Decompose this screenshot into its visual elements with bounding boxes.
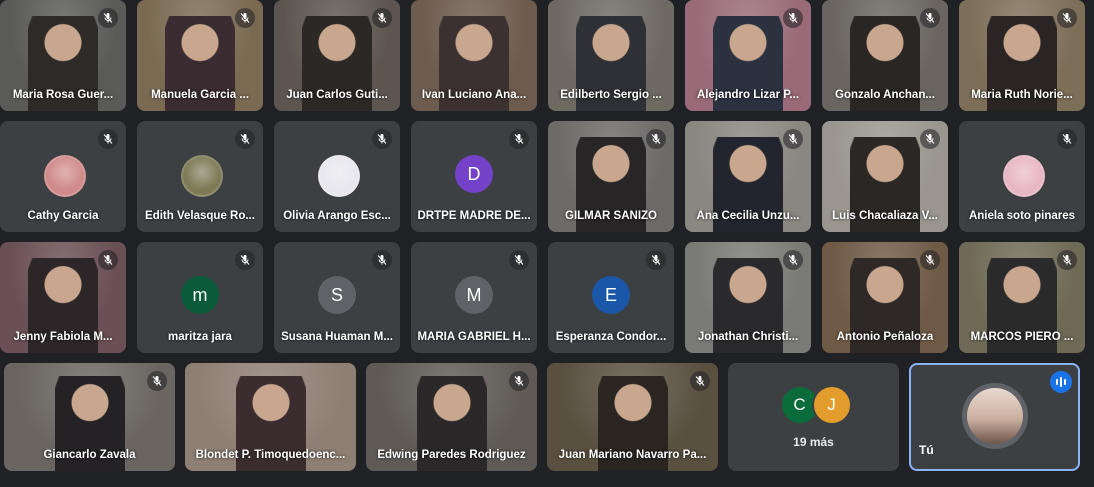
mic-off-icon <box>1057 250 1077 270</box>
participant-tile[interactable]: S Susana Huaman M... <box>274 242 400 353</box>
participant-name: Alejandro Lizar P... <box>696 89 800 101</box>
participant-tile[interactable]: Ana Cecilia Unzu... <box>685 121 811 232</box>
participant-name: MARCOS PIERO ... <box>970 331 1074 343</box>
mic-off-icon <box>783 129 803 149</box>
participant-name: Ana Cecilia Unzu... <box>696 210 800 222</box>
mic-off-icon <box>147 371 167 391</box>
speaking-indicator-icon <box>1050 371 1072 393</box>
participant-tile[interactable]: MARCOS PIERO ... <box>959 242 1085 353</box>
participant-tile[interactable]: Juan Mariano Navarro Pa... <box>547 363 718 471</box>
participant-name: Susana Huaman M... <box>281 331 393 343</box>
participant-tile[interactable]: E Esperanza Condor... <box>548 242 674 353</box>
participant-name: Manuela Garcia ... <box>151 89 249 101</box>
participant-avatar: D <box>455 155 493 193</box>
participant-tile[interactable]: Edith Velasque Ro... <box>137 121 263 232</box>
participant-name: Ivan Luciano Ana... <box>421 89 527 101</box>
mic-off-icon <box>690 371 710 391</box>
self-tile[interactable]: Tú <box>909 363 1080 471</box>
more-participants-tile[interactable]: C J 19 más <box>728 363 899 471</box>
mic-off-icon <box>98 250 118 270</box>
participant-name: Cathy Garcia <box>27 210 99 222</box>
participant-tile[interactable]: Juan Carlos Guti... <box>274 0 400 111</box>
mic-off-icon <box>235 250 255 270</box>
participant-avatar: m <box>181 276 219 314</box>
participant-name: Giancarlo Zavala <box>43 449 136 461</box>
participant-name: Olivia Arango Esc... <box>283 210 391 222</box>
mic-off-icon <box>920 8 940 28</box>
participant-name: DRTPE MADRE DE... <box>417 210 531 222</box>
participant-avatar-photo <box>318 155 360 197</box>
participant-name: Aniela soto pinares <box>968 210 1076 222</box>
participant-name: Jenny Fabiola M... <box>13 331 113 343</box>
participant-avatar-photo <box>181 155 223 197</box>
mic-off-icon <box>509 129 529 149</box>
mic-off-icon <box>372 250 392 270</box>
participant-name: Luis Chacaliaza V... <box>832 210 938 222</box>
participant-tile[interactable]: Ivan Luciano Ana... <box>411 0 537 111</box>
participant-tile[interactable]: Aniela soto pinares <box>959 121 1085 232</box>
mic-off-icon <box>509 250 529 270</box>
participant-name: Maria Rosa Guer... <box>12 89 114 101</box>
mic-off-icon <box>372 129 392 149</box>
participant-name: Blondet P. Timoquedoenc... <box>195 449 346 461</box>
participant-name: Juan Mariano Navarro Pa... <box>558 449 707 461</box>
participant-name: Edith Velasque Ro... <box>145 210 255 222</box>
more-participant-avatar: J <box>811 385 852 425</box>
participant-name: maritza jara <box>168 331 232 343</box>
self-photo <box>966 388 1023 444</box>
participant-name: Antonio Peñaloza <box>836 331 934 343</box>
participant-avatar-photo <box>1003 155 1045 197</box>
participant-name: Edwing Paredes Rodriguez <box>377 449 526 461</box>
mic-off-icon <box>783 250 803 270</box>
more-participants-label: 19 más <box>793 435 834 449</box>
participant-name: MARÍA GABRIEL H... <box>417 331 531 343</box>
participant-tile[interactable]: Giancarlo Zavala <box>4 363 175 471</box>
participant-tile[interactable]: Manuela Garcia ... <box>137 0 263 111</box>
participant-avatar: M <box>455 276 493 314</box>
mic-off-icon <box>646 129 666 149</box>
mic-off-icon <box>783 8 803 28</box>
participant-tile[interactable]: Jonathan Christi... <box>685 242 811 353</box>
participant-avatar: S <box>318 276 356 314</box>
participant-tile[interactable]: D DRTPE MADRE DE... <box>411 121 537 232</box>
participant-name: Juan Carlos Guti... <box>286 89 388 101</box>
participant-tile[interactable]: Olivia Arango Esc... <box>274 121 400 232</box>
mic-off-icon <box>920 250 940 270</box>
participant-name: Edilberto Sergio ... <box>560 89 662 101</box>
participant-tile[interactable]: M MARÍA GABRIEL H... <box>411 242 537 353</box>
mic-off-icon <box>235 8 255 28</box>
participant-tile[interactable]: GILMAR SANIZO <box>548 121 674 232</box>
mic-off-icon <box>920 129 940 149</box>
mic-off-icon <box>98 8 118 28</box>
participant-tile[interactable]: Alejandro Lizar P... <box>685 0 811 111</box>
participant-tile[interactable]: Luis Chacaliaza V... <box>822 121 948 232</box>
participant-tile[interactable]: Gonzalo Anchan... <box>822 0 948 111</box>
mic-off-icon <box>235 129 255 149</box>
mic-off-icon <box>98 129 118 149</box>
mic-off-icon <box>509 371 529 391</box>
participant-name: GILMAR SANIZO <box>565 210 657 222</box>
participant-tile[interactable]: Edilberto Sergio ... <box>548 0 674 111</box>
participant-avatar: E <box>592 276 630 314</box>
mic-off-icon <box>646 250 666 270</box>
participant-name: Gonzalo Anchan... <box>835 89 935 101</box>
participant-name: Maria Ruth Norie... <box>971 89 1073 101</box>
mic-off-icon <box>372 8 392 28</box>
participant-tile[interactable]: Edwing Paredes Rodriguez <box>366 363 537 471</box>
mic-off-icon <box>1057 129 1077 149</box>
participant-tile[interactable]: Maria Rosa Guer... <box>0 0 126 111</box>
participant-name: Esperanza Condor... <box>555 331 667 343</box>
participant-avatar-photo <box>44 155 86 197</box>
self-label: Tú <box>919 443 934 457</box>
mic-off-icon <box>1057 8 1077 28</box>
participant-tile[interactable]: Blondet P. Timoquedoenc... <box>185 363 356 471</box>
participant-tile[interactable]: Maria Ruth Norie... <box>959 0 1085 111</box>
participant-name: Jonathan Christi... <box>697 331 799 343</box>
participant-grid: Maria Rosa Guer... Manuela Garcia ... Juan… <box>0 0 1094 487</box>
participant-tile[interactable]: Jenny Fabiola M... <box>0 242 126 353</box>
participant-tile[interactable]: m maritza jara <box>137 242 263 353</box>
participant-tile[interactable]: Cathy Garcia <box>0 121 126 232</box>
participant-tile[interactable]: Antonio Peñaloza <box>822 242 948 353</box>
self-avatar <box>961 383 1028 449</box>
